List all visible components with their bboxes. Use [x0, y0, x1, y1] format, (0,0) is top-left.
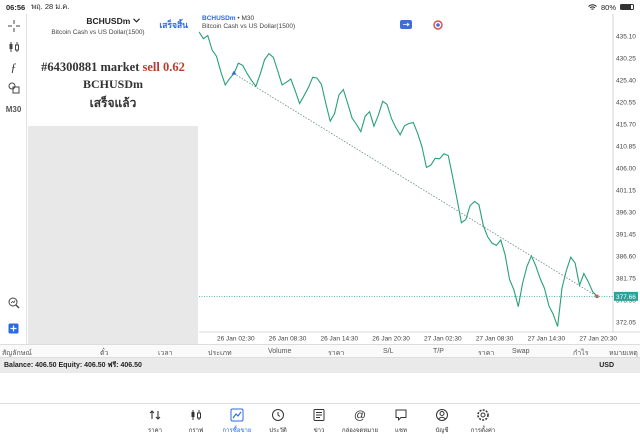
x-tick-label: 27 Jan 08:30 — [476, 336, 514, 343]
nav-item-account[interactable]: บัญชี — [420, 408, 464, 442]
price-chart[interactable]: BCHUSDm • M30 Bitcoin Cash vs US Dollar(… — [198, 14, 640, 344]
y-tick-label: 386.60 — [616, 253, 636, 260]
chart-icon — [191, 410, 201, 420]
positions-table-header: สัญลักษณ์ ตั๋ว เวลา ประเภท Volume ราคา S/L T/P ร… — [0, 344, 640, 358]
y-tick-label: 430.25 — [616, 55, 636, 62]
nav-item-label: ประวัติ — [269, 428, 287, 434]
status-time: 06:56 — [6, 2, 26, 12]
nav-item-settings[interactable]: การตั้งค่า — [461, 408, 505, 442]
trade-icon — [230, 408, 244, 422]
nav-item-label: กล่องจดหมาย — [341, 428, 379, 434]
x-tick-label: 27 Jan 14:30 — [528, 336, 566, 343]
order-status: เสร็จแล้ว — [89, 96, 137, 110]
nav-item-label: กราฟ — [188, 428, 204, 434]
x-tick-label: 27 Jan 02:30 — [424, 336, 462, 343]
function-icon[interactable]: ƒ — [4, 58, 23, 77]
status-date: พฤ. 28 ม.ค. — [31, 2, 70, 11]
chat-icon — [395, 409, 407, 421]
news-icon — [313, 409, 325, 421]
current-price-label: 377.66 — [616, 294, 636, 301]
chevron-down-icon — [132, 18, 140, 23]
timeframe-button[interactable]: M30 — [4, 100, 23, 119]
bottom-navigation: ราคา กราฟ การซื้อขาย ประวัติ ข่าว @ กล่องจดหมา… — [0, 403, 640, 447]
svg-text:@: @ — [354, 408, 366, 422]
one-click-trading-icon[interactable] — [432, 19, 444, 30]
x-tick-label: 26 Jan 08:30 — [269, 336, 307, 343]
y-tick-label: 391.45 — [616, 231, 636, 238]
nav-item-quotes[interactable]: ราคา — [133, 408, 177, 442]
balance-text: Balance: 406.50 Equity: 406.50 ฟรี: 406.… — [4, 362, 142, 369]
column-header[interactable]: Swap — [512, 348, 530, 355]
crosshair-icon[interactable] — [4, 16, 23, 35]
mailbox-icon: @ — [354, 408, 366, 422]
nav-item-label: การตั้งค่า — [470, 428, 496, 434]
x-tick-label: 26 Jan 14:30 — [321, 336, 359, 343]
y-tick-label: 396.30 — [616, 209, 636, 216]
nav-item-chart[interactable]: กราฟ — [174, 408, 218, 442]
battery-icon — [620, 4, 634, 10]
column-header[interactable]: Volume — [268, 348, 291, 355]
history-icon — [272, 409, 284, 421]
y-tick-label: 435.10 — [616, 33, 636, 40]
y-tick-label: 420.55 — [616, 99, 636, 106]
panel-symbol-label: BCHUSDm — [86, 16, 131, 26]
x-tick-label: 26 Jan 02:30 — [217, 336, 255, 343]
nav-item-label: แชท — [395, 428, 407, 434]
settings-icon — [477, 409, 489, 421]
y-tick-label: 381.75 — [616, 275, 636, 282]
order-symbol: BCHUSDm — [82, 77, 143, 91]
nav-item-mailbox[interactable]: @ กล่องจดหมาย — [338, 408, 382, 442]
account-icon — [436, 409, 448, 421]
chart-description: Bitcoin Cash vs US Dollar(1500) — [202, 23, 296, 30]
status-bar: 06:56 พฤ. 28 ม.ค. 80% — [0, 0, 640, 14]
nav-item-news[interactable]: ข่าว — [297, 408, 341, 442]
price-series-line — [198, 31, 598, 327]
column-header[interactable]: T/P — [433, 348, 444, 355]
chart-indicators — [400, 19, 444, 30]
order-confirmation: #64300881 market sell 0.62 BCHUSDm เสร็จ… — [28, 60, 198, 113]
zoom-icon[interactable] — [4, 293, 23, 312]
done-button[interactable]: เสร็จสิ้น — [159, 18, 188, 32]
y-tick-label: 410.85 — [616, 143, 636, 150]
battery-percent: 80% — [600, 2, 616, 12]
candles-icon[interactable] — [4, 37, 23, 56]
y-tick-label: 415.70 — [616, 121, 636, 128]
trade-connector-line — [233, 73, 598, 297]
chart-toolbar: ƒ M30 — [0, 14, 27, 344]
signal-icon[interactable] — [400, 20, 412, 29]
y-tick-label: 372.05 — [616, 319, 636, 326]
chart-title: BCHUSDm • M30 — [202, 15, 254, 22]
y-tick-label: 401.15 — [616, 187, 636, 194]
balance-currency: USD — [599, 362, 614, 369]
x-tick-label: 27 Jan 20:30 — [579, 336, 617, 343]
y-tick-label: 406.00 — [616, 165, 636, 172]
nav-item-label: ราคา — [148, 428, 162, 434]
nav-item-label: ข่าว — [313, 428, 325, 434]
new-order-icon[interactable] — [4, 319, 23, 338]
nav-item-history[interactable]: ประวัติ — [256, 408, 300, 442]
objects-icon[interactable] — [4, 78, 23, 97]
order-ticket: #64300881 market — [41, 60, 140, 74]
nav-item-label: บัญชี — [435, 428, 449, 434]
nav-item-label: การซื้อขาย — [222, 428, 252, 434]
chart-plot[interactable]: 435.10 430.25 425.40 420.55 415.70 410.85 406.… — [198, 14, 640, 344]
panel-symbol-description: Bitcoin Cash vs US Dollar(1500) — [51, 29, 145, 36]
wifi-icon — [588, 3, 597, 10]
order-line: #64300881 market sell 0.62 — [28, 60, 198, 75]
chart-symbol: BCHUSDm — [202, 15, 236, 22]
column-header[interactable]: S/L — [383, 348, 394, 355]
quotes-icon — [149, 410, 161, 420]
order-action: sell 0.62 — [142, 60, 185, 74]
panel-empty-area — [28, 126, 198, 344]
nav-item-chat[interactable]: แชท — [379, 408, 423, 442]
nav-item-trade[interactable]: การซื้อขาย — [215, 408, 259, 442]
entry-marker — [231, 70, 237, 75]
x-tick-label: 26 Jan 20:30 — [372, 336, 410, 343]
account-balance-row: Balance: 406.50 Equity: 406.50 ฟรี: 406.… — [0, 358, 640, 373]
y-tick-label: 425.40 — [616, 77, 636, 84]
chart-timeframe: M30 — [241, 15, 255, 22]
order-result-panel: BCHUSDm Bitcoin Cash vs US Dollar(1500) … — [28, 14, 198, 126]
